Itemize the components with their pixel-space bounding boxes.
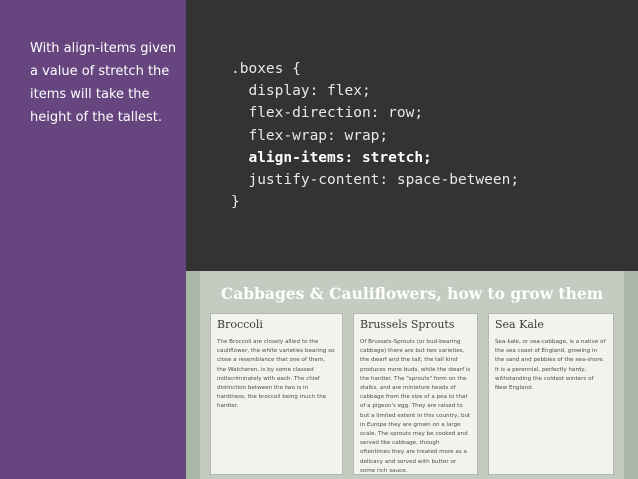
- code-block: .boxes { display: flex; flex-direction: …: [231, 58, 519, 213]
- box-heading: Broccoli: [217, 318, 263, 331]
- box-body: Sea-kale, or sea-cabbage, is a native of…: [495, 339, 606, 392]
- box-sea-kale: Sea Kale Sea-kale, or sea-cabbage, is a …: [488, 313, 614, 475]
- code-line: flex-direction: row;: [231, 105, 424, 122]
- preview-title: Cabbages & Cauliflowers, how to grow the…: [220, 284, 604, 303]
- box-body: Of Brussels-Sprouts (or bud-bearing cabb…: [360, 339, 471, 474]
- box-heading: Sea Kale: [495, 318, 544, 331]
- code-line: display: flex;: [231, 83, 371, 100]
- code-line-highlighted: align-items: stretch;: [231, 149, 432, 166]
- box-heading: Brussels Sprouts: [360, 318, 455, 331]
- code-line: }: [231, 194, 240, 211]
- code-line: .boxes {: [231, 61, 301, 77]
- code-line: justify-content: space-between;: [231, 172, 520, 189]
- slide-caption: With align-items given a value of stretc…: [30, 41, 177, 125]
- code-line: flex-wrap: wrap;: [231, 127, 389, 144]
- box-broccoli: Broccoli The Broccoli are closely allied…: [210, 313, 343, 475]
- browser-preview: Cabbages & Cauliflowers, how to grow the…: [186, 271, 638, 479]
- preview-page: Cabbages & Cauliflowers, how to grow the…: [200, 271, 624, 479]
- sidebar-panel: With align-items given a value of stretc…: [0, 0, 186, 479]
- box-brussels-sprouts: Brussels Sprouts Of Brussels-Sprouts (or…: [353, 313, 478, 475]
- box-body: The Broccoli are closely allied to the c…: [217, 339, 335, 410]
